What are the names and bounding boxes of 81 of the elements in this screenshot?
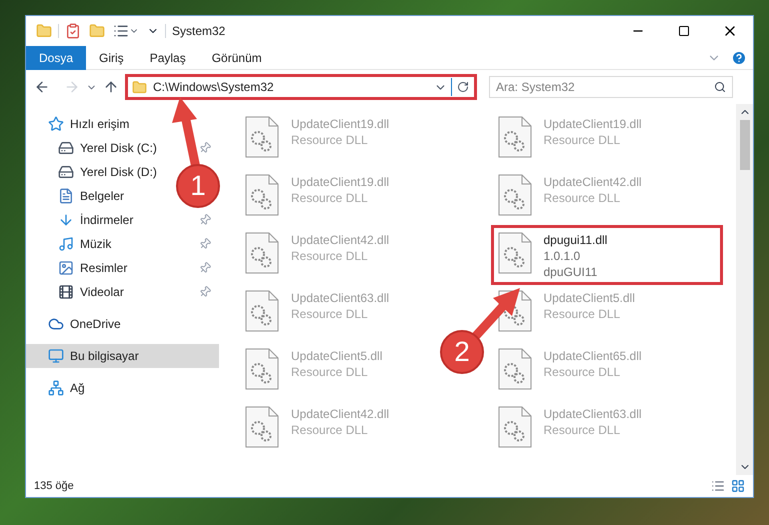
scrollbar[interactable] bbox=[736, 104, 753, 475]
address-path: C:\Windows\System32 bbox=[153, 79, 275, 96]
sidebar-item[interactable]: İndirmeler bbox=[26, 208, 142, 232]
cloud-icon bbox=[48, 316, 64, 332]
settings-file-icon bbox=[498, 348, 532, 390]
arrow bbox=[470, 288, 520, 342]
scrollbar-thumb[interactable] bbox=[740, 120, 750, 170]
file-detail: Resource DLL bbox=[544, 422, 622, 438]
document-icon bbox=[58, 188, 74, 204]
monitor-icon bbox=[48, 348, 64, 364]
checklist-icon[interactable] bbox=[65, 23, 81, 39]
file-detail: Resource DLL bbox=[544, 306, 622, 322]
settings-file-icon bbox=[245, 406, 279, 448]
file-detail: Resource DLL bbox=[291, 190, 369, 206]
search-field[interactable]: Ara: System32 bbox=[489, 76, 733, 98]
window-title: System32 bbox=[172, 23, 226, 40]
sidebar-item[interactable]: Resimler bbox=[26, 256, 136, 280]
address-field[interactable]: C:\Windows\System32 bbox=[125, 74, 477, 100]
sidebar-item[interactable]: Yerel Disk (C:) bbox=[26, 136, 165, 160]
file-name: UpdateClient42.dll bbox=[291, 406, 390, 422]
settings-file-icon bbox=[498, 406, 532, 448]
back-icon[interactable] bbox=[34, 79, 50, 95]
refresh-icon[interactable] bbox=[457, 81, 469, 93]
network-icon bbox=[48, 380, 64, 396]
details-view-icon[interactable] bbox=[711, 479, 725, 493]
file-name: dpugui11.dll bbox=[544, 232, 608, 248]
file-name: UpdateClient42.dll bbox=[291, 232, 390, 248]
star-icon bbox=[48, 116, 64, 132]
music-note-icon bbox=[58, 236, 74, 252]
folder-icon bbox=[132, 80, 147, 94]
file-detail: dpuGUI11 bbox=[544, 264, 598, 280]
file-name: UpdateClient5.dll bbox=[291, 348, 382, 364]
ribbon-tab[interactable]: Giriş bbox=[86, 46, 137, 70]
ribbon-tab[interactable]: Paylaş bbox=[136, 46, 199, 70]
file-name: UpdateClient65.dll bbox=[544, 348, 642, 364]
large-icons-view-icon[interactable] bbox=[731, 479, 745, 493]
sidebar-item[interactable]: Müzik bbox=[26, 232, 120, 256]
ribbon-tab[interactable]: Dosya bbox=[26, 46, 86, 70]
settings-file-icon bbox=[245, 116, 279, 158]
file-name: UpdateClient5.dll bbox=[544, 290, 635, 306]
file-detail: Resource DLL bbox=[291, 422, 369, 438]
file-detail: Resource DLL bbox=[291, 132, 369, 148]
up-icon[interactable] bbox=[103, 79, 119, 95]
picture-icon bbox=[58, 260, 74, 276]
settings-file-icon bbox=[498, 116, 532, 158]
file-name: UpdateClient19.dll bbox=[291, 174, 390, 190]
sidebar-item[interactable]: Hızlı erişim bbox=[26, 112, 138, 136]
settings-file-icon bbox=[245, 232, 279, 274]
file-name: UpdateClient42.dll bbox=[544, 174, 642, 190]
sidebar-item[interactable]: Yerel Disk (D:) bbox=[26, 160, 165, 184]
file-detail: 1.0.1.0 bbox=[544, 248, 582, 264]
sidebar-item[interactable]: Belgeler bbox=[26, 184, 132, 208]
maximize-icon bbox=[678, 25, 690, 37]
file-detail: Resource DLL bbox=[544, 190, 622, 206]
file-detail: Resource DLL bbox=[291, 306, 369, 322]
file-name: UpdateClient19.dll bbox=[544, 116, 642, 132]
settings-file-icon bbox=[498, 232, 532, 274]
sidebar-item[interactable]: Ağ bbox=[26, 376, 93, 400]
settings-file-icon bbox=[498, 174, 532, 216]
file-name: UpdateClient63.dll bbox=[291, 290, 390, 306]
drive-icon bbox=[58, 164, 74, 180]
file-detail: Resource DLL bbox=[544, 132, 622, 148]
file-name: UpdateClient63.dll bbox=[544, 406, 642, 422]
file-detail: Resource DLL bbox=[291, 248, 369, 264]
help-icon[interactable] bbox=[731, 50, 747, 66]
search-icon bbox=[714, 81, 726, 93]
settings-file-icon bbox=[245, 174, 279, 216]
file-name: UpdateClient19.dll bbox=[291, 116, 390, 132]
ribbon-tab[interactable]: Görünüm bbox=[198, 46, 275, 70]
download-icon bbox=[58, 212, 74, 228]
drive-icon bbox=[58, 140, 74, 156]
sidebar-item[interactable]: OneDrive bbox=[26, 312, 129, 336]
sidebar-item[interactable]: Bu bilgisayar bbox=[26, 344, 219, 368]
file-detail: Resource DLL bbox=[544, 364, 622, 380]
sidebar-item[interactable]: Videolar bbox=[26, 280, 132, 304]
settings-file-icon bbox=[245, 348, 279, 390]
film-icon bbox=[58, 284, 74, 300]
item-count: 135 öğe bbox=[34, 478, 75, 494]
file-detail: Resource DLL bbox=[291, 364, 369, 380]
settings-file-icon bbox=[245, 290, 279, 332]
properties-icon[interactable] bbox=[113, 23, 129, 39]
